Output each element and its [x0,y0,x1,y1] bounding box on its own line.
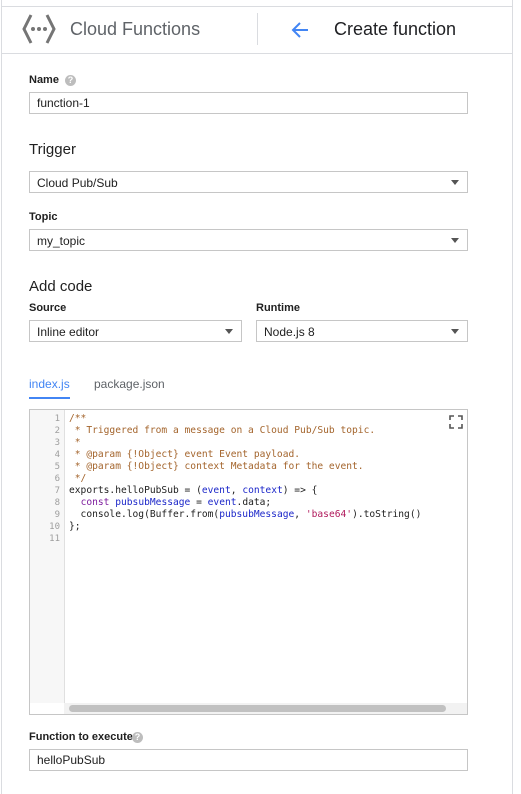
caret-down-icon [451,329,459,334]
caret-down-icon [451,180,459,185]
code-line: console.log(Buffer.from(pubsubMessage, '… [69,509,467,521]
name-label: Name [29,74,59,86]
code-editor[interactable]: 1 2 3 4 5 6 7 8 9 10 11 /** * Triggered from a mes… [29,409,468,715]
function-to-execute-label: Function to execute [29,731,133,743]
cloud-functions-logo-icon [22,14,56,44]
line-number: 2 [54,426,60,436]
code-token: exports.helloPubSub = ( [69,485,202,496]
code-token: /** [69,413,87,424]
line-number: 4 [54,450,60,460]
code-token: * @param {!Object} event Event payload. [69,449,301,460]
code-token: 'base64' [305,509,353,520]
source-select-value: Inline editor [37,325,100,339]
name-input[interactable] [29,92,468,114]
code-line: exports.helloPubSub = (event, context) =… [69,485,467,497]
code-token: event [201,485,231,496]
function-to-execute-input[interactable] [29,749,468,771]
runtime-select-value: Node.js 8 [264,325,315,339]
active-tab-indicator [29,397,70,399]
line-number: 11 [49,534,60,544]
code-token: }; [69,521,81,532]
source-select[interactable]: Inline editor [29,320,242,342]
topic-select-value: my_topic [37,234,86,248]
horizontal-scrollbar[interactable] [64,703,467,714]
code-token: context [242,485,283,496]
app-title: Cloud Functions [70,19,201,39]
code-line: * @param {!Object} context Metadata for … [69,461,467,473]
line-number: 5 [54,462,60,472]
header-divider [257,13,258,45]
code-line: */ [69,473,467,485]
tab-package-json[interactable]: package.json [94,377,165,391]
code-line: * @param {!Object} event Event payload. [69,449,467,461]
add-code-heading: Add code [29,278,93,295]
code-token: * [69,437,81,448]
code-line: * Triggered from a message on a Cloud Pu… [69,425,467,437]
tab-index-js[interactable]: index.js [29,377,70,391]
scrollbar-thumb[interactable] [69,705,446,712]
line-number: 10 [49,522,60,532]
code-token: */ [69,473,87,484]
trigger-heading: Trigger [29,141,76,158]
fullscreen-icon[interactable] [449,415,463,429]
name-help-icon[interactable]: ? [65,75,76,86]
line-number: 6 [54,474,60,484]
frame-right-border [512,0,513,794]
code-token: , [294,509,306,520]
code-token: * Triggered from a message on a Cloud Pu… [69,425,376,436]
code-line: /** [69,413,467,425]
code-token: = [190,497,208,508]
code-token: const [80,497,110,508]
trigger-select[interactable]: Cloud Pub/Sub [29,171,468,193]
line-number: 7 [54,486,60,496]
code-token: console.log(Buffer.from( [69,509,220,520]
code-token: ) => { [282,485,318,496]
runtime-select[interactable]: Node.js 8 [256,320,468,342]
code-line: }; [69,521,467,533]
trigger-select-value: Cloud Pub/Sub [37,176,118,190]
page-title: Create function [334,19,457,39]
line-number-gutter: 1 2 3 4 5 6 7 8 9 10 11 [30,410,65,703]
arrow-left-icon[interactable] [289,19,311,41]
line-number: 1 [54,414,60,424]
line-number: 9 [54,510,60,520]
topic-select[interactable]: my_topic [29,229,468,251]
code-token: * @param {!Object} context Metadata for … [69,461,364,472]
code-token: ).toString() [352,509,422,520]
caret-down-icon [451,238,459,243]
function-help-icon[interactable]: ? [132,732,143,743]
code-token: , [230,485,243,496]
code-line: const pubsubMessage = event.data; [69,497,467,509]
code-line: * [69,437,467,449]
code-area[interactable]: /** * Triggered from a message on a Clou… [69,413,467,703]
caret-down-icon [225,329,233,334]
topic-label: Topic [29,211,58,223]
runtime-label: Runtime [256,302,300,314]
line-number: 3 [54,438,60,448]
code-token: event [207,497,237,508]
code-token: pubsubMessage [219,509,295,520]
code-token: .data; [236,497,272,508]
source-label: Source [29,302,67,314]
code-token: pubsubMessage [115,497,191,508]
frame-left-border [1,0,2,794]
line-number: 8 [54,498,60,508]
top-header: Cloud Functions Create function [2,7,512,54]
